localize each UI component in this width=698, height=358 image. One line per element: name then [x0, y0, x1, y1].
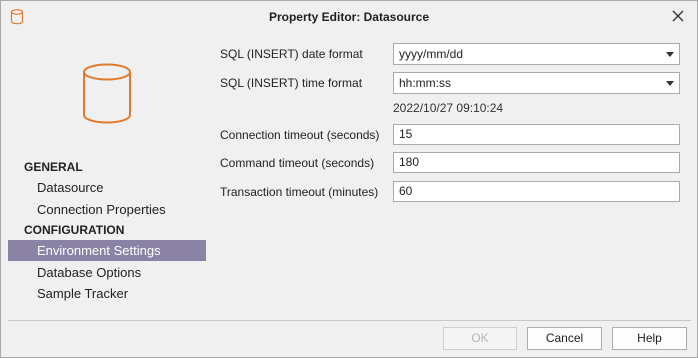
close-button[interactable]	[667, 7, 689, 27]
footer-divider	[8, 320, 691, 321]
connection-timeout-label: Connection timeout (seconds)	[220, 128, 380, 142]
chevron-down-icon[interactable]	[666, 52, 674, 57]
ok-button[interactable]: OK	[443, 327, 517, 350]
timestamp-preview: 2022/10/27 09:10:24	[393, 101, 504, 115]
title-bar: Property Editor: Datasource	[1, 1, 697, 33]
transaction-timeout-label: Transaction timeout (minutes)	[220, 185, 379, 199]
datasource-database-icon	[82, 63, 132, 125]
date-format-dropdown[interactable]: yyyy/mm/dd	[393, 43, 680, 65]
nav-item-database-options[interactable]: Database Options	[8, 262, 206, 283]
nav-item-sample-tracker[interactable]: Sample Tracker	[8, 283, 206, 304]
command-timeout-input[interactable]: 180	[393, 152, 680, 173]
help-button[interactable]: Help	[612, 327, 687, 350]
time-format-value: hh:mm:ss	[399, 76, 452, 90]
nav-header-configuration: CONFIGURATION	[24, 223, 125, 237]
chevron-down-icon[interactable]	[666, 81, 674, 86]
property-editor-window: Property Editor: Datasource GENERAL Data…	[0, 0, 698, 358]
date-format-value: yyyy/mm/dd	[399, 47, 464, 61]
nav-header-general: GENERAL	[24, 160, 83, 174]
cancel-button[interactable]: Cancel	[527, 327, 602, 350]
close-icon	[672, 10, 684, 25]
transaction-timeout-input[interactable]: 60	[393, 181, 680, 202]
time-format-label: SQL (INSERT) time format	[220, 76, 363, 90]
date-format-label: SQL (INSERT) date format	[220, 47, 363, 61]
window-title: Property Editor: Datasource	[268, 10, 430, 24]
connection-timeout-input[interactable]: 15	[393, 124, 680, 145]
nav-item-connection-properties[interactable]: Connection Properties	[8, 199, 206, 220]
nav-item-datasource[interactable]: Datasource	[8, 177, 206, 198]
nav-item-environment-settings[interactable]: Environment Settings	[8, 240, 206, 261]
command-timeout-label: Command timeout (seconds)	[220, 156, 375, 170]
time-format-dropdown[interactable]: hh:mm:ss	[393, 72, 680, 94]
